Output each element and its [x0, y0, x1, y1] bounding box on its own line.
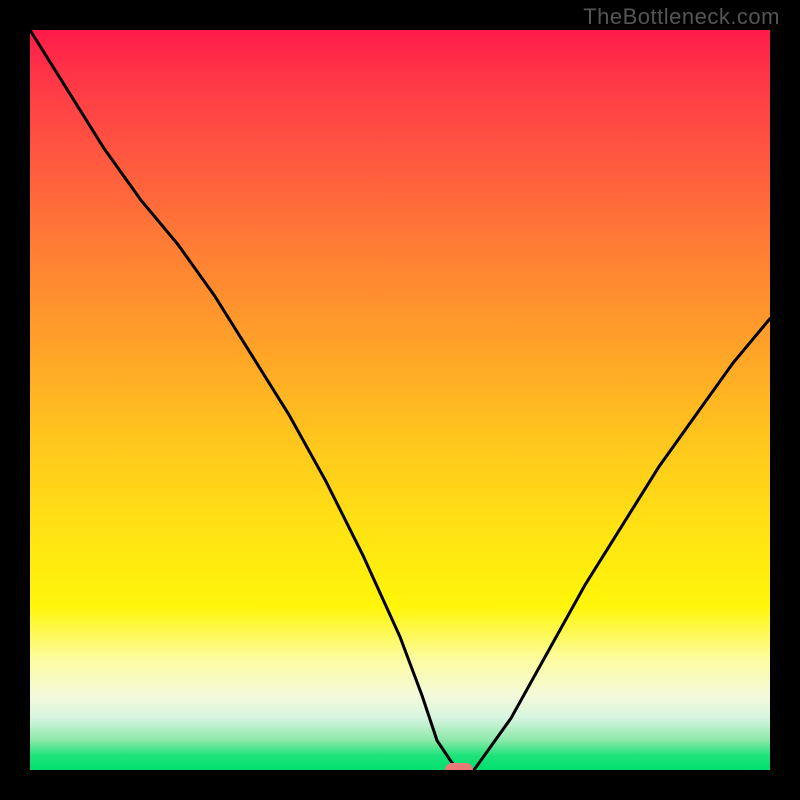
- watermark-text: TheBottleneck.com: [583, 4, 780, 30]
- curve-svg: [30, 30, 770, 770]
- optimal-point-marker: [445, 763, 473, 770]
- plot-area: [30, 30, 770, 770]
- bottleneck-curve-path: [30, 30, 770, 770]
